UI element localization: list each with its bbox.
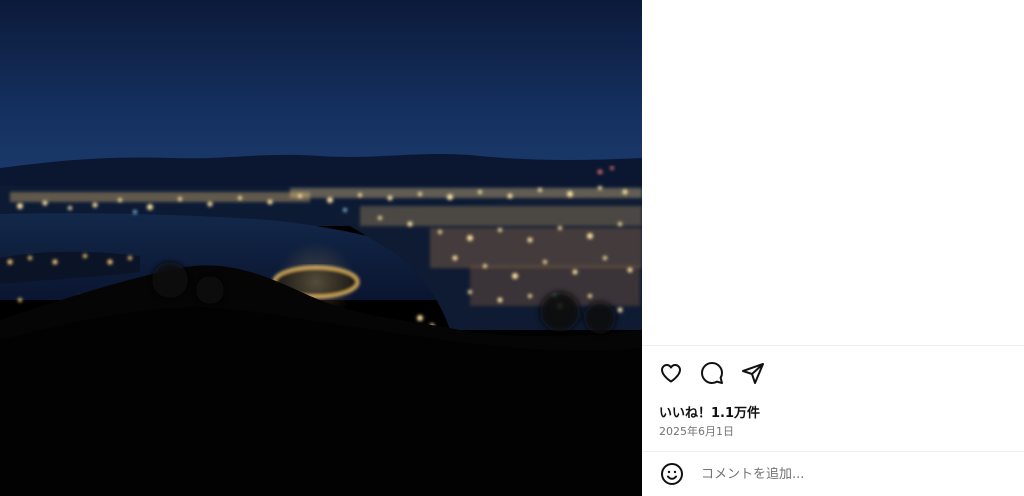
- divider: [642, 345, 1024, 346]
- post-side-panel: いいね！1.1万件 2025年6月1日: [642, 0, 1024, 496]
- comment-button[interactable]: [699, 360, 725, 386]
- emoji-button[interactable]: [659, 461, 685, 487]
- post-container: いいね！1.1万件 2025年6月1日: [0, 0, 1024, 496]
- smiley-icon: [661, 463, 683, 485]
- caption-area: [642, 0, 1024, 345]
- action-bar: [658, 359, 766, 387]
- likes-count[interactable]: いいね！1.1万件: [659, 402, 760, 421]
- paper-plane-icon: [742, 363, 764, 384]
- share-button[interactable]: [740, 360, 766, 386]
- heart-icon: [661, 364, 681, 383]
- post-date[interactable]: 2025年6月1日: [659, 423, 734, 439]
- comment-input[interactable]: [701, 466, 1001, 482]
- comment-bubble-icon: [701, 362, 723, 384]
- like-button[interactable]: [658, 360, 684, 386]
- post-image[interactable]: [0, 0, 642, 496]
- night-city-photo: [0, 0, 642, 496]
- comment-composer: [642, 452, 1024, 496]
